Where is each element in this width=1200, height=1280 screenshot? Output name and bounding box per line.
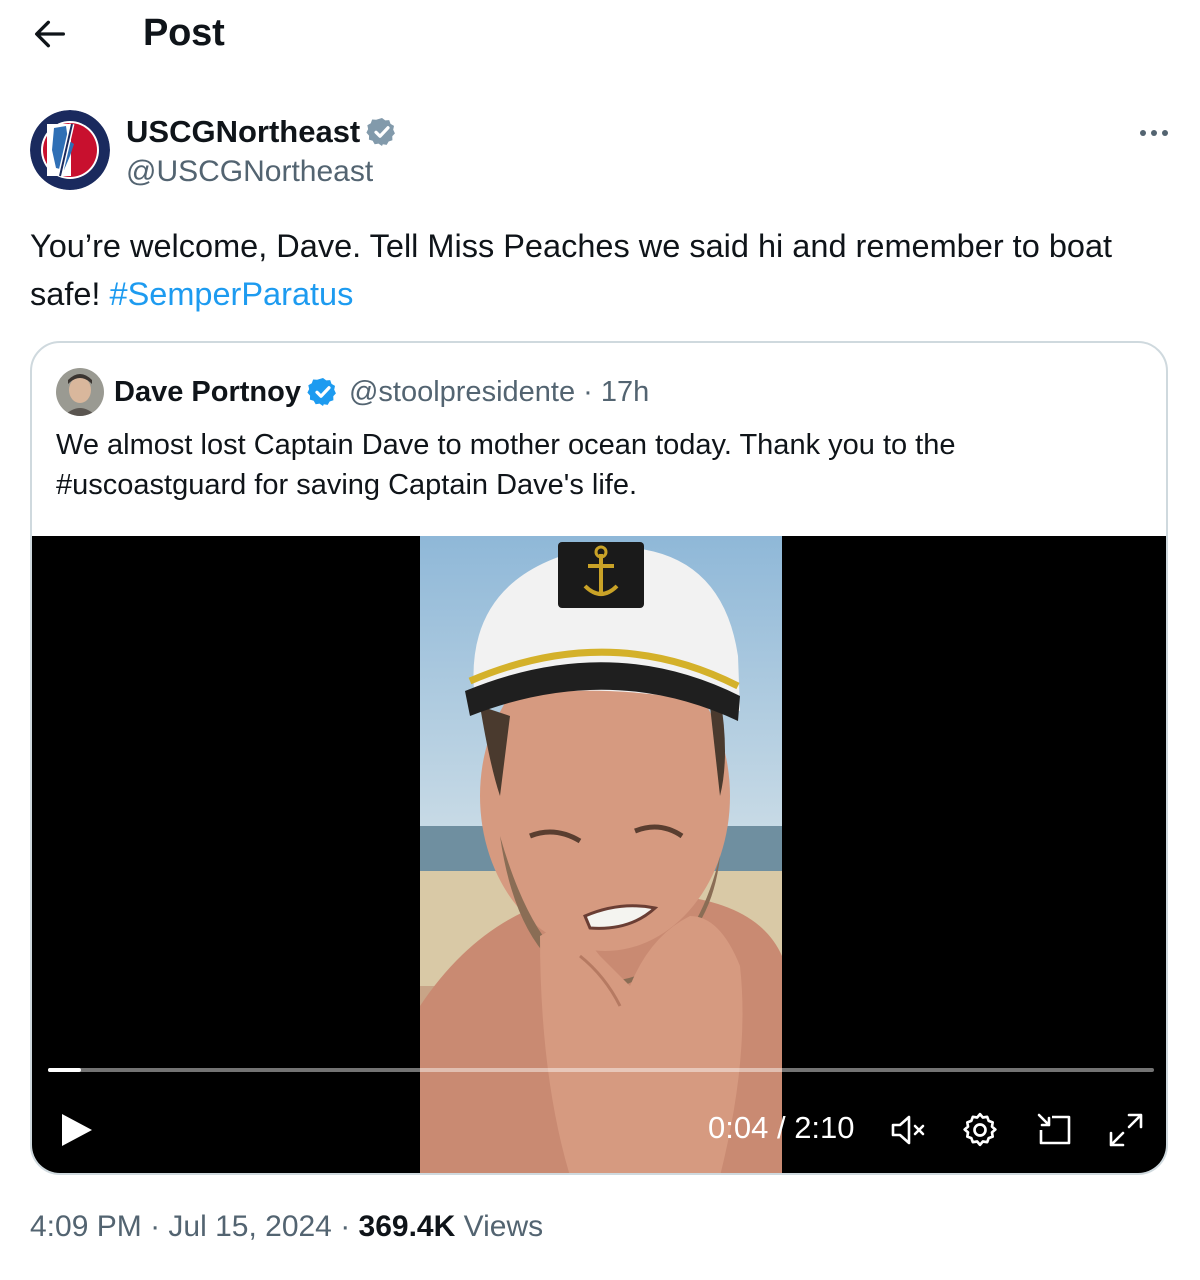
play-button[interactable] [54,1108,98,1152]
meta-dot: · [141,1210,169,1243]
quoted-post-text: We almost lost Captain Dave to mother oc… [56,429,956,501]
picture-in-picture-icon [1037,1113,1071,1145]
quoted-author-avatar[interactable] [56,368,104,416]
meta-separator: · [575,375,601,408]
video-player[interactable]: 0:04 / 2:10 [32,536,1166,1173]
post-author: USCGNortheast @USCGNortheast [0,100,1200,200]
author-avatar[interactable] [30,110,110,190]
post-text: You’re welcome, Dave. Tell Miss Peaches … [30,222,1160,318]
more-options-button[interactable] [1134,118,1174,148]
post-meta: 4:09 PM · Jul 15, 2024 · 369.4K Views [30,1210,543,1244]
more-horizontal-icon [1140,130,1168,136]
video-progress-bar[interactable] [48,1068,1154,1072]
fullscreen-button[interactable] [1106,1110,1146,1150]
profile-photo-image [56,368,104,416]
page-title: Post [143,12,225,54]
uscg-logo-image [30,110,110,190]
play-icon [62,1114,92,1146]
views-count[interactable]: 369.4K [359,1210,456,1243]
volume-muted-icon [891,1115,925,1145]
time-separator: / [768,1110,795,1145]
back-button[interactable] [30,14,70,54]
video-duration: 2:10 [794,1110,855,1145]
quoted-post-time[interactable]: 17h [601,376,649,409]
hashtag-link[interactable]: #SemperParatus [110,276,354,312]
verified-badge-icon [307,378,336,406]
quoted-post[interactable]: Dave Portnoy @stoolpresidente · 17h We a… [30,341,1168,1175]
video-current-time: 0:04 [708,1110,769,1145]
views-label: Views [455,1210,544,1243]
meta-dot: · [331,1210,359,1243]
top-bar: Post [0,0,1200,70]
mute-button[interactable] [888,1110,928,1150]
post-date[interactable]: Jul 15, 2024 [168,1210,331,1243]
arrow-left-icon [35,20,65,48]
author-handle[interactable]: @USCGNortheast [126,155,373,189]
settings-button[interactable] [960,1110,1000,1150]
author-name[interactable]: USCGNortheast [126,114,360,150]
quoted-post-header: Dave Portnoy @stoolpresidente · 17h [56,367,649,417]
video-frame-image [420,536,782,1173]
quoted-author-name[interactable]: Dave Portnoy [114,376,301,409]
video-progress-fill [48,1068,82,1072]
expand-icon [1109,1113,1143,1147]
post-time[interactable]: 4:09 PM [30,1210,142,1243]
gear-icon [963,1112,997,1147]
picture-in-picture-button[interactable] [1034,1110,1074,1150]
video-timecode: 0:04 / 2:10 [708,1110,855,1146]
quoted-author-handle[interactable]: @stoolpresidente [349,376,575,409]
verified-badge-icon [366,118,396,146]
